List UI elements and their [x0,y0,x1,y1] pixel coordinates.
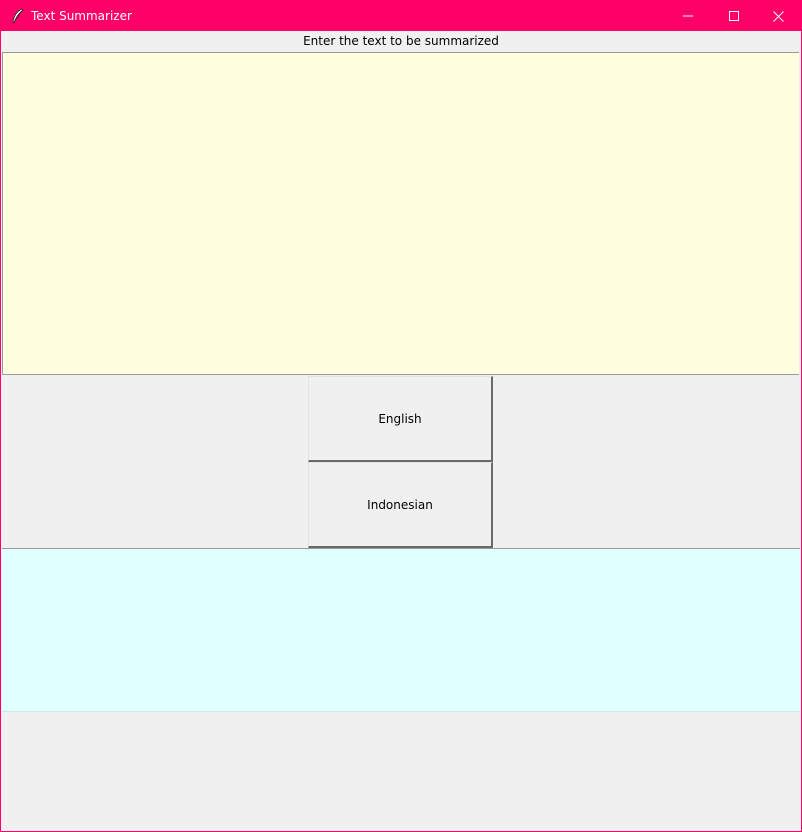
summary-output-area[interactable] [2,548,800,712]
maximize-button[interactable] [711,1,757,31]
app-window: Text Summarizer Enter the text to be sum… [0,0,802,832]
minimize-button[interactable] [665,1,711,31]
input-text-area[interactable] [2,52,799,375]
indonesian-button[interactable]: Indonesian [308,462,493,548]
close-button[interactable] [755,1,801,31]
english-button[interactable]: English [308,376,493,462]
window-title: Text Summarizer [31,9,132,23]
minimize-icon [683,15,693,17]
maximize-icon [729,11,739,21]
feather-icon [11,8,25,24]
close-icon [772,10,784,22]
prompt-label: Enter the text to be summarized [1,31,801,52]
title-bar[interactable]: Text Summarizer [1,1,801,31]
